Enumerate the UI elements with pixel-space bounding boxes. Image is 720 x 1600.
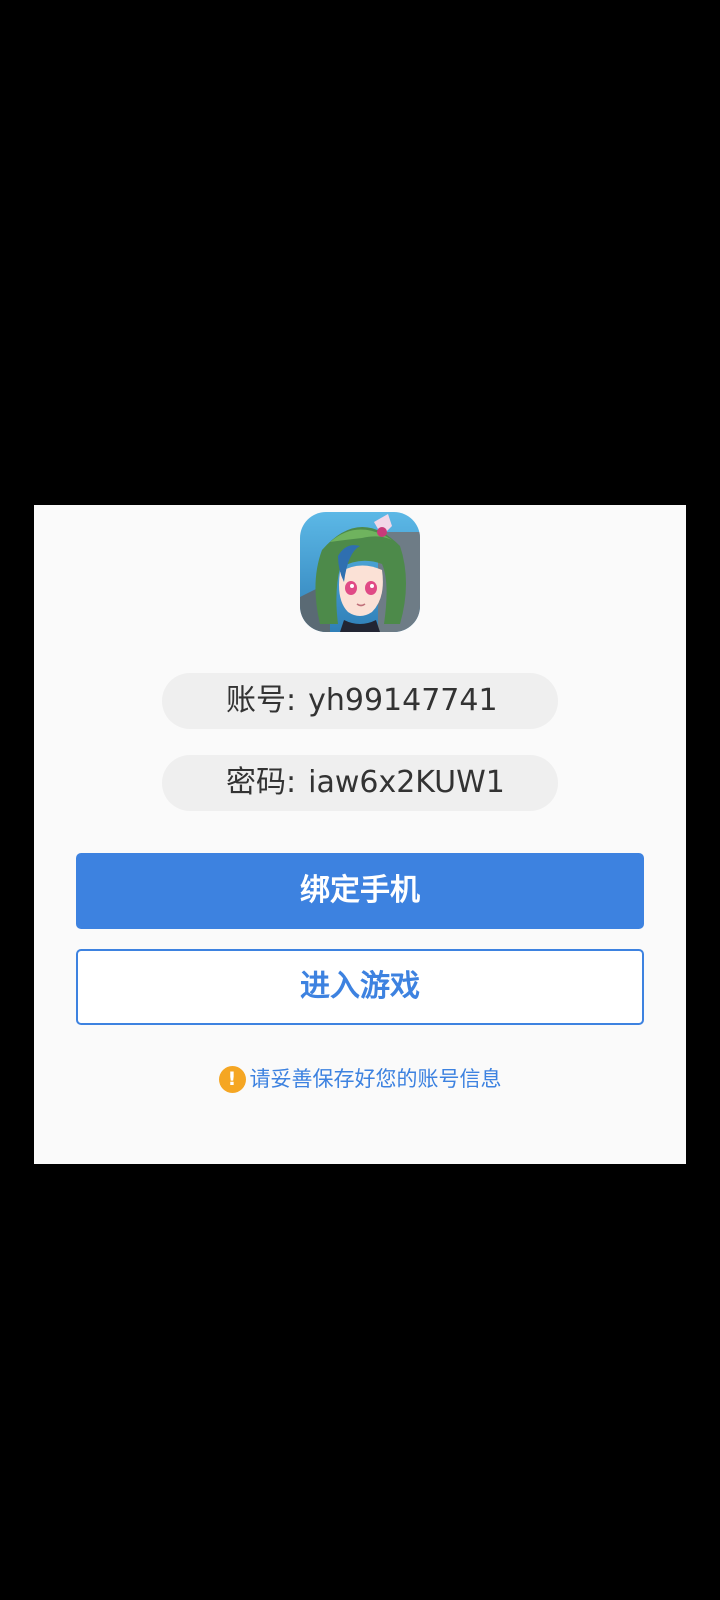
- notice-text: 请妥善保存好您的账号信息: [249, 1067, 502, 1091]
- warning-icon: !: [218, 1065, 246, 1093]
- enter-game-button[interactable]: 进入游戏: [76, 949, 644, 1025]
- password-field: 密码: iaw6x2KUW1: [162, 755, 558, 811]
- game-character-icon: [300, 512, 420, 632]
- account-info-dialog: 账号: yh99147741 密码: iaw6x2KUW1 绑定手机 进入游戏 ! 请…: [34, 505, 686, 1164]
- password-value: iaw6x2KUW1: [308, 765, 505, 800]
- password-label: 密码:: [226, 765, 297, 800]
- save-account-notice: ! 请妥善保存好您的账号信息: [34, 1063, 686, 1093]
- account-field: 账号: yh99147741: [162, 673, 558, 729]
- account-label: 账号:: [226, 683, 297, 718]
- bind-phone-button[interactable]: 绑定手机: [76, 853, 644, 929]
- account-value: yh99147741: [308, 683, 498, 718]
